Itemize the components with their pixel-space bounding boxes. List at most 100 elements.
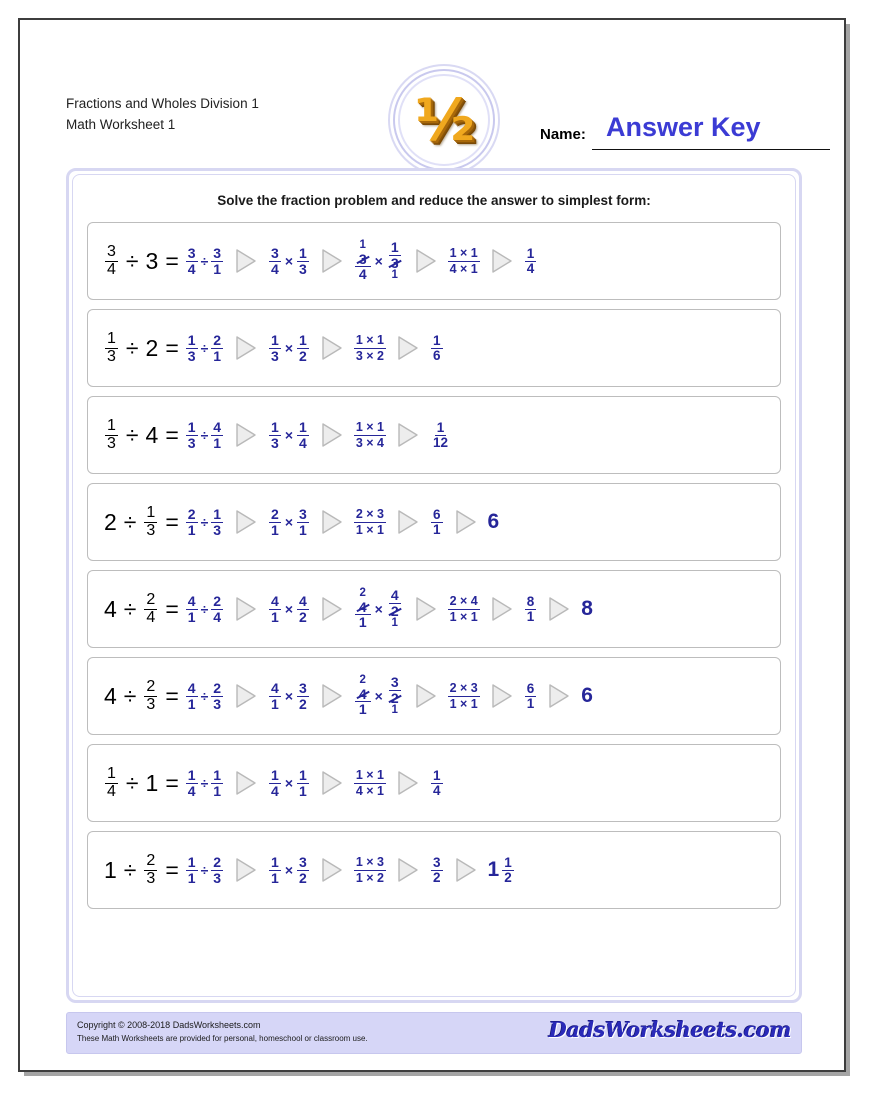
step-product: 1 × 14 × 1: [353, 768, 386, 798]
copyright-block: Copyright © 2008-2018 DadsWorksheets.com…: [77, 1019, 368, 1045]
multiplication-operator: ×: [374, 688, 383, 704]
fraction: 11: [269, 855, 281, 885]
division-operator: ÷: [200, 253, 209, 269]
usage-text: These Math Worksheets are provided for p…: [77, 1033, 368, 1043]
mixed-number: 112: [488, 855, 515, 885]
problem-fraction: 34: [105, 243, 118, 278]
cancel-replacement: 1: [391, 704, 398, 717]
fraction-denominator: 3: [107, 347, 116, 365]
fraction-numerator: 4: [297, 593, 309, 610]
fraction-denominator: 1: [187, 695, 196, 712]
product-fraction: 2 × 31 × 1: [353, 507, 386, 537]
page-subtitle: Math Worksheet 1: [66, 116, 176, 132]
fraction-denominator: 3: [187, 347, 196, 364]
step-product: 1 × 13 × 2: [353, 333, 386, 363]
fraction-denominator: 2: [504, 869, 512, 885]
step-rewrite: 4 1 ÷ 2 3: [185, 681, 224, 711]
problem-statement: 4 ÷ 2 4 =: [104, 591, 185, 626]
step-product: 1 × 13 × 4: [353, 420, 386, 450]
fraction: 13: [185, 420, 198, 450]
division-operator: ÷: [200, 688, 209, 704]
division-operator: ÷: [125, 769, 139, 796]
step-arrow-icon: [413, 246, 439, 276]
fraction-denominator: 6: [432, 347, 441, 363]
cancel-fraction: 13: [387, 240, 403, 270]
fraction-numerator: 1: [269, 854, 281, 871]
fraction-denominator: 2: [299, 347, 307, 364]
step-arrow-icon: [233, 507, 259, 537]
answer-value: 14: [430, 768, 444, 798]
fraction: 14: [269, 768, 281, 798]
fraction: 41: [185, 681, 198, 712]
fraction-numerator: 1: [185, 854, 198, 871]
fraction-denominator: 4: [146, 608, 156, 626]
fraction-denominator: 1: [299, 782, 307, 799]
problem-whole: 1: [104, 856, 117, 883]
problem-whole: 4: [145, 421, 159, 448]
problem-fraction: 24: [144, 591, 158, 626]
name-input-rule[interactable]: [592, 149, 830, 150]
problem-fraction: 13: [105, 330, 118, 365]
fraction-numerator: 1: [297, 332, 309, 349]
problem-expression: 2 ÷ 1 3 = 2 1 ÷ 1 3 2 1 × 3 1 2 × 31 × 1616: [104, 504, 499, 539]
fraction: 21: [185, 507, 198, 537]
fraction: 14: [297, 420, 309, 450]
step-rewrite: 1 4 ÷ 1 1: [185, 768, 224, 798]
step-arrow-icon: [489, 246, 515, 276]
cancel-fraction: 32: [387, 675, 403, 705]
problem-whole: 4: [104, 595, 117, 622]
problem-whole: 4: [104, 682, 117, 709]
worksheet-header: Fractions and Wholes Division 1 Math Wor…: [20, 20, 844, 176]
fraction-numerator: 2: [269, 506, 281, 523]
multiplication-operator: ×: [284, 427, 294, 443]
step-arrow-icon: [413, 681, 439, 711]
step-reciprocal: 4 1 × 4 2: [268, 594, 310, 624]
fraction-numerator: 3: [297, 854, 309, 871]
fraction-numerator: 1: [524, 245, 537, 262]
problem-expression: 1 3 ÷ 2 = 1 3 ÷ 2 1 1 3 × 1 2 1 × 13 × 216: [104, 330, 444, 365]
logo-half-glyph: ½: [414, 86, 475, 154]
problem-fraction: 13: [105, 417, 118, 452]
answer-value: 61: [524, 680, 538, 711]
problem-statement: 1 4 ÷ 1 =: [104, 765, 185, 800]
product-fraction: 2 × 41 × 1: [447, 594, 480, 624]
division-operator: ÷: [125, 421, 139, 448]
product-fraction: 2 × 31 × 1: [447, 681, 480, 711]
fraction: 11: [297, 768, 309, 798]
fraction-numerator: 3: [211, 245, 224, 262]
cancel-group: 321: [387, 675, 403, 717]
answer-value: 16: [430, 333, 444, 363]
product-denominator: 1 × 1: [449, 696, 478, 711]
step-arrow-icon: [319, 594, 345, 624]
fraction-denominator: 3: [299, 260, 307, 277]
fraction-denominator: 1: [526, 608, 535, 624]
multiplication-operator: ×: [284, 601, 294, 617]
problem-row: 1 4 ÷ 1 = 1 4 ÷ 1 1 1 4 × 1 1 1 × 14 × 114: [87, 744, 781, 822]
fraction-numerator: 1: [269, 419, 281, 436]
fraction: 23: [211, 855, 224, 885]
step-cancellation: 1 3 4 × 1 3 1: [354, 240, 404, 282]
division-operator: ÷: [125, 247, 139, 274]
fraction: 14: [185, 768, 198, 798]
multiplication-operator: ×: [284, 340, 294, 356]
answer-fraction: 16: [430, 333, 443, 363]
problem-statement: 4 ÷ 2 3 =: [104, 678, 185, 713]
instructions-text: Solve the fraction problem and reduce th…: [217, 193, 651, 208]
product-denominator: 1 × 1: [355, 522, 384, 537]
problem-whole: 2: [104, 508, 117, 535]
answer-fraction: 14: [430, 768, 443, 798]
step-rewrite: 2 1 ÷ 1 3: [185, 507, 224, 537]
fraction-numerator: 2: [144, 852, 158, 871]
problem-expression: 1 3 ÷ 4 = 1 3 ÷ 4 1 1 3 × 1 4 1 × 13 × 4 1 12: [104, 417, 451, 452]
cancel-numerator: 3: [354, 251, 371, 268]
cancel-denominator: 1: [358, 701, 367, 718]
cancel-numerator: 4: [354, 686, 371, 703]
fraction: 13: [297, 246, 309, 276]
cancel-fraction: 41: [354, 599, 371, 630]
final-answer: 8: [581, 597, 593, 620]
fraction-numerator: 6: [524, 680, 537, 697]
step-rewrite: 4 1 ÷ 2 4: [185, 594, 224, 624]
fraction-numerator: 3: [297, 506, 309, 523]
product-numerator: 2 × 3: [447, 681, 480, 697]
fraction-denominator: 4: [271, 260, 279, 277]
